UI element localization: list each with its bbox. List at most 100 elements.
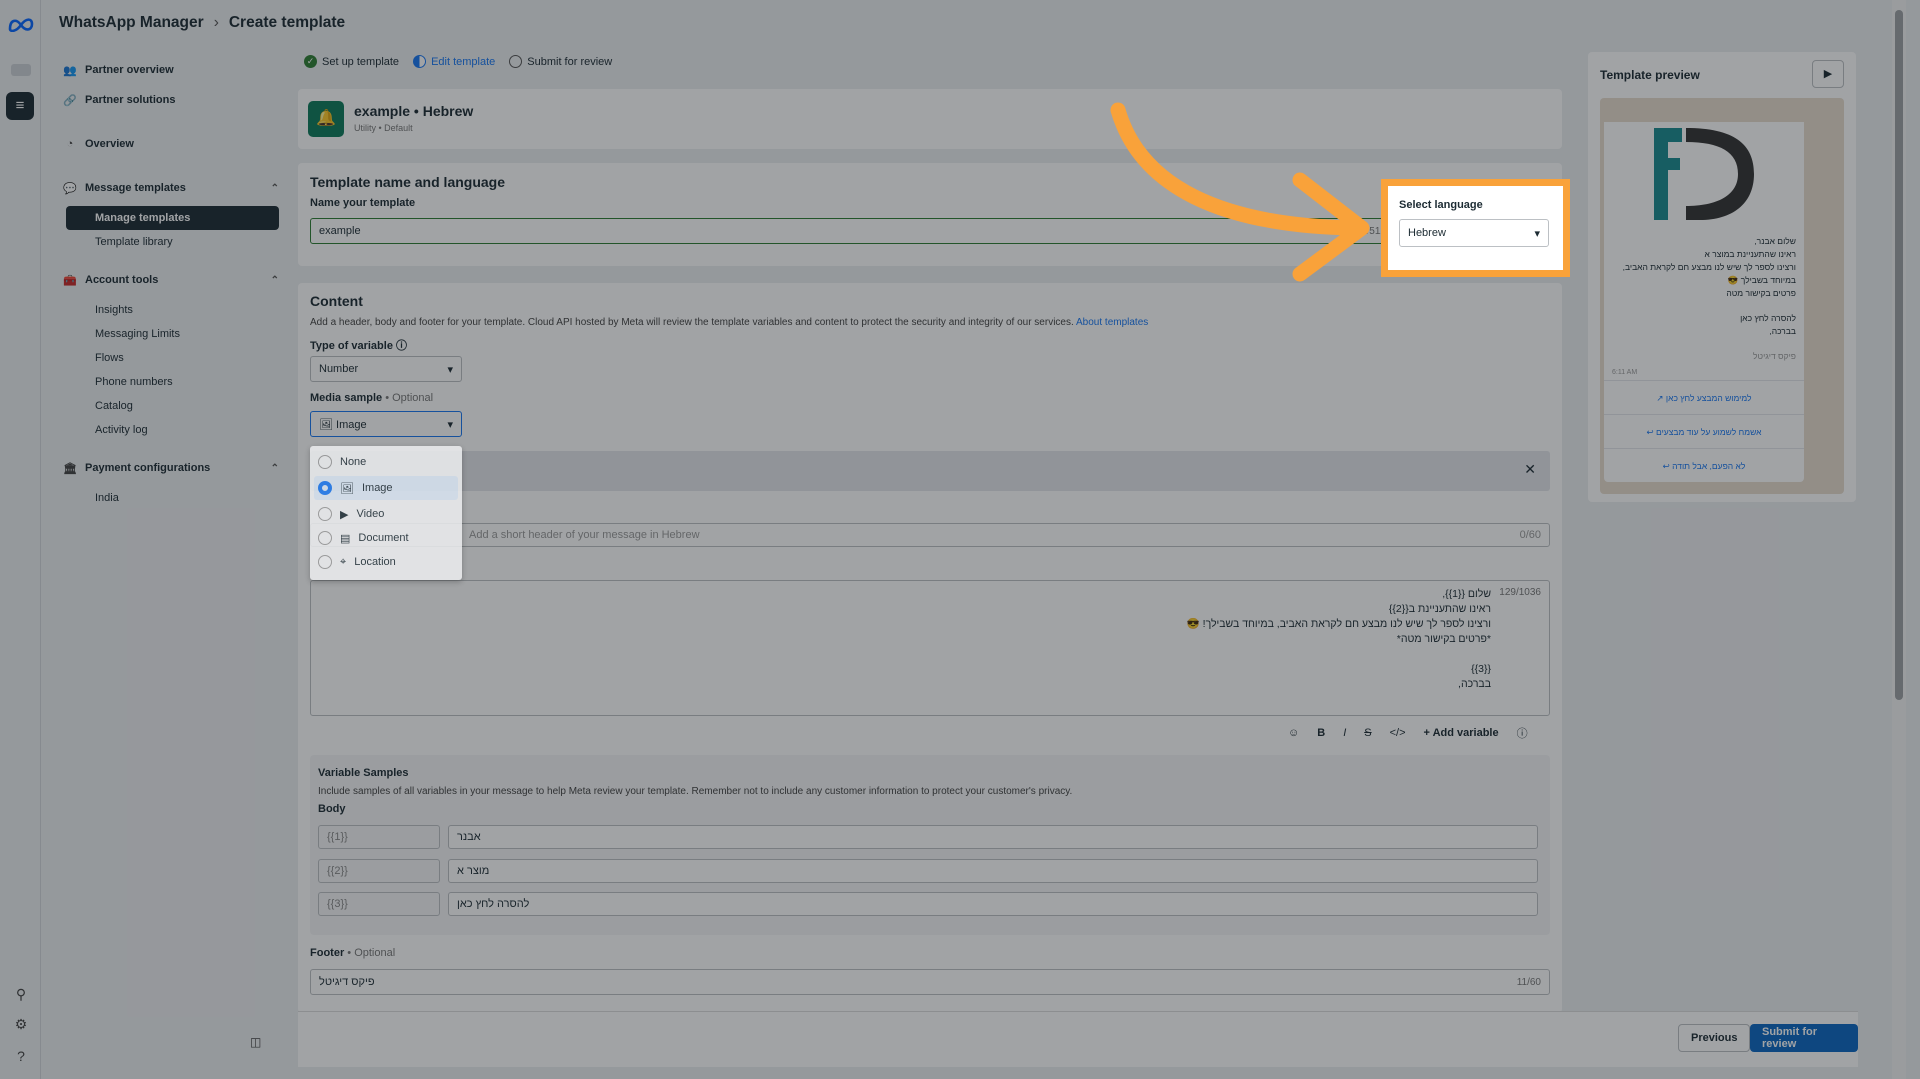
sidebar-item-flows[interactable]: Flows [59,346,279,370]
body-line: בברכה, [1458,678,1491,690]
option-image[interactable]: 🖼 Image [314,476,458,500]
scrollbar[interactable] [1892,0,1906,1079]
body-line: ורצינו לספר לך שיש לנו מבצע חם לקראת האב… [1186,618,1491,630]
variable-type-select[interactable]: Number ▾ [310,356,462,382]
media-sample-label: Media sample • Optional [310,392,433,404]
italic-icon[interactable]: I [1343,727,1346,739]
document-icon: ▤ [340,532,351,545]
add-variable-button[interactable]: + Add variable [1424,727,1499,739]
step-submit[interactable]: Submit for review [509,55,612,68]
variable-samples-desc: Include samples of all variables in your… [318,786,1073,797]
radio-icon [318,507,332,521]
sidebar-item-message-templates[interactable]: 💬 Message templates ⌃ [59,176,279,200]
strikethrough-icon[interactable]: S [1364,727,1371,739]
button-label: Add variable [1432,727,1499,739]
step-edit[interactable]: Edit template [413,55,495,68]
char-count: 11/60 [1516,976,1541,988]
variable-samples: Variable Samples Include samples of all … [310,755,1550,935]
chevron-up-icon[interactable]: ⌃ [271,463,279,474]
footer-input[interactable]: פיקס דיגיטל 11/60 [310,969,1550,995]
chevron-up-icon[interactable]: ⌃ [271,183,279,194]
emoji-icon[interactable]: ☺ [1288,727,1299,739]
option-location[interactable]: ⌖ Location [310,550,462,574]
play-icon[interactable]: ▶ [1812,60,1844,88]
help-icon[interactable]: ? [12,1048,30,1066]
menu-icon[interactable]: ≡ [6,92,34,120]
sidebar-item-india[interactable]: India [59,486,279,510]
preview-line: ראינו שהתעניינת במוצר א [1704,249,1796,259]
option-none[interactable]: None [310,450,462,474]
optional-text: • Optional [385,392,434,404]
brand-logo [1604,122,1804,226]
radio-icon [318,555,332,569]
description-text: Add a header, body and footer for your t… [310,317,1074,328]
sidebar-item-messaging-limits[interactable]: Messaging Limits [59,322,279,346]
business-avatar[interactable] [11,64,31,76]
chevron-up-icon[interactable]: ⌃ [271,275,279,286]
var-value-input[interactable]: אבנר [448,825,1538,849]
sidebar-item-manage-templates[interactable]: Manage templates [66,206,279,230]
media-dropdown-menu: None 🖼 Image ▶ Video ▤ Document ⌖ Locati… [310,446,462,580]
about-templates-link[interactable]: About templates [1076,317,1148,328]
close-icon[interactable]: ✕ [1524,461,1536,478]
bold-icon[interactable]: B [1317,727,1325,739]
option-label: Image [361,482,393,494]
preview-cta-button[interactable]: ↗ למימוש המבצע לחץ כאן [1604,380,1804,414]
location-icon: ⌖ [340,555,347,568]
sidebar-item-activity-log[interactable]: Activity log [59,418,279,442]
format-toolbar: ☺ B I S </> + Add variable ⓘ [1288,725,1528,741]
link-icon: 🔗 [63,94,77,107]
sidebar-item-phone-numbers[interactable]: Phone numbers [59,370,279,394]
preview-line: ורצינו לספר לך שיש לנו מבצע חם לקראת האב… [1622,262,1796,272]
step-setup[interactable]: ✓ Set up template [304,55,399,68]
code-icon[interactable]: </> [1390,727,1406,739]
breadcrumb: WhatsApp Manager › Create template [59,14,345,32]
gear-icon[interactable]: ⚙ [12,1016,30,1034]
gauge-icon: ◔ [66,138,74,150]
header-input[interactable]: Add a short header of your message in He… [310,523,1550,547]
char-count: 0/60 [1519,529,1541,541]
body-line: *פרטים בקישור מטה* [1396,633,1491,645]
preview-title: Template preview [1600,68,1700,82]
sidebar-item-partner-solutions[interactable]: 🔗 Partner solutions [59,88,279,112]
sidebar-item-template-library[interactable]: Template library [59,230,279,254]
body-textarea[interactable]: שלום {{1}}, ראינו שהתעניינת ב{{2}} ורצינ… [310,580,1550,716]
button-label: אשמח לשמוע על עוד מבצעים [1655,427,1762,437]
sidebar-item-partner-overview[interactable]: 👥 Partner overview [59,58,279,82]
var-value-input[interactable]: מוצר א [448,859,1538,883]
body-label: Body [318,803,346,815]
language-select[interactable]: Hebrew ▾ [1399,219,1549,247]
label-text: Footer [310,947,345,959]
media-sample-select[interactable]: 🖼 Image ▾ [310,411,462,437]
button-label: למימוש המבצע לחץ כאן [1665,393,1752,403]
info-icon[interactable]: ⓘ [1517,725,1528,741]
meta-logo-icon[interactable] [7,16,35,32]
var-value-input[interactable]: להסרה לחץ כאן [448,892,1538,916]
step-label: Submit for review [527,55,613,68]
scrollbar-thumb[interactable] [1895,10,1903,700]
sidebar-item-catalog[interactable]: Catalog [59,394,279,418]
previous-button[interactable]: Previous [1678,1024,1751,1052]
step-label: Set up template [322,55,400,68]
action-bar: Previous Submit for review [298,1011,1858,1067]
var-key: {{3}} [318,892,440,916]
sidebar-item-overview[interactable]: ◔ Overview [59,132,279,156]
preview-reply-button[interactable]: ↩ אשמח לשמוע על עוד מבצעים [1604,414,1804,448]
search-icon[interactable]: ⚲ [12,986,30,1004]
option-video[interactable]: ▶ Video [310,502,462,526]
sidebar-item-label: Account tools [85,274,159,286]
collapse-sidebar-icon[interactable]: ◫ [250,1035,261,1049]
preview-reply-button[interactable]: ↩ לא הפעם, אבל תודה [1604,448,1804,482]
stepper: ✓ Set up template Edit template Submit f… [304,55,612,68]
submit-for-review-button[interactable]: Submit for review [1750,1024,1858,1052]
sidebar-item-payment-configurations[interactable]: 🏛 Payment configurations ⌃ [59,456,279,480]
sidebar-item-label: Overview [85,138,134,150]
sidebar-item-account-tools[interactable]: 🧰 Account tools ⌃ [59,268,279,292]
page-title: Create template [228,14,346,31]
option-document[interactable]: ▤ Document [310,526,462,550]
template-name-value: example [319,225,361,237]
info-icon[interactable]: ⓘ [396,340,407,352]
sidebar-item-label: Partner overview [85,64,174,76]
breadcrumb-app[interactable]: WhatsApp Manager [59,14,204,32]
sidebar-item-insights[interactable]: Insights [59,298,279,322]
